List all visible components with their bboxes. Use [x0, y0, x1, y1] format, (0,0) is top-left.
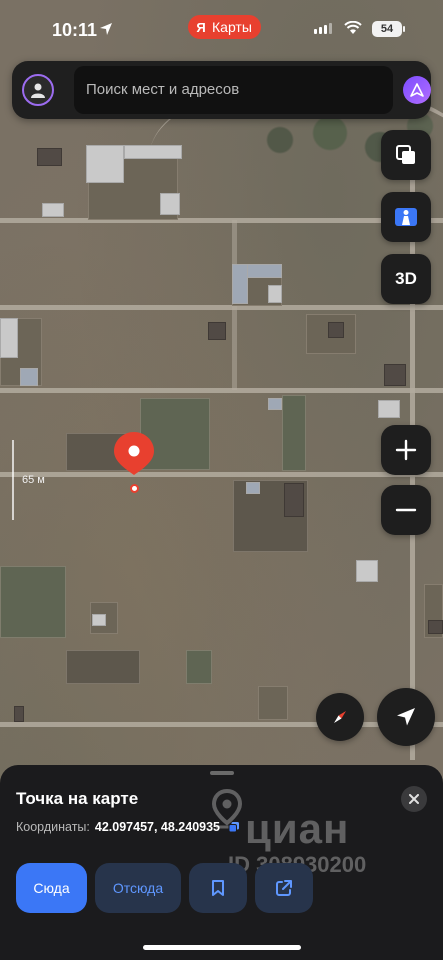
battery-indicator: 54	[372, 21, 405, 37]
place-title: Точка на карте	[16, 789, 139, 808]
map-building	[42, 203, 64, 217]
close-icon	[409, 794, 419, 804]
alice-icon	[410, 83, 424, 97]
street-view-icon	[395, 208, 417, 226]
copy-icon[interactable]	[228, 821, 240, 833]
map-building	[92, 614, 106, 626]
status-bar: 10:11 Я Карты 54	[0, 0, 443, 58]
map-building	[20, 368, 38, 386]
alice-voice-button[interactable]	[403, 76, 431, 104]
home-indicator[interactable]	[143, 945, 301, 950]
map-building	[378, 400, 400, 418]
map-building	[356, 560, 378, 582]
3d-label: 3D	[395, 269, 417, 288]
user-icon	[31, 83, 45, 98]
map-building	[268, 398, 282, 410]
map-building	[160, 193, 180, 215]
app-badge: Я Карты	[188, 15, 261, 39]
search-input[interactable]: Поиск мест и адресов	[74, 66, 393, 114]
app-badge-label: Карты	[212, 19, 252, 35]
pin-anchor-dot	[130, 484, 139, 493]
bookmark-icon	[212, 880, 224, 896]
map-road	[0, 388, 443, 393]
search-bar: Поиск мест и адресов	[12, 61, 431, 119]
map-pin-icon[interactable]	[111, 430, 157, 476]
place-card-sheet: циан ID 308930200 Точка на карте Координ…	[0, 765, 443, 960]
coordinates-label: Координаты:	[16, 820, 90, 834]
map-building	[268, 285, 282, 303]
map-building	[246, 482, 260, 494]
map-road	[0, 472, 443, 477]
my-location-button[interactable]	[377, 688, 435, 746]
map-building	[14, 706, 24, 722]
map-building	[328, 322, 344, 338]
map-field	[186, 650, 212, 684]
map-building	[232, 264, 248, 304]
map-building	[428, 620, 443, 634]
layers-button[interactable]	[381, 130, 431, 180]
scale-bar	[12, 440, 14, 520]
3d-button[interactable]: 3D	[381, 254, 431, 304]
bookmark-button[interactable]	[189, 863, 247, 913]
panorama-button[interactable]	[381, 192, 431, 242]
watermark-brand: циан	[245, 805, 350, 852]
map-building	[124, 145, 182, 159]
zoom-in-button[interactable]	[381, 425, 431, 475]
coordinates-value[interactable]: 42.097457, 48.240935	[95, 820, 220, 834]
close-button[interactable]	[401, 786, 427, 812]
map-field	[282, 395, 306, 471]
route-here-button[interactable]: Сюда	[16, 863, 87, 913]
map-building	[208, 322, 226, 340]
share-button[interactable]	[255, 863, 313, 913]
map-building	[86, 145, 124, 183]
navigation-arrow-icon	[397, 708, 415, 726]
yandex-logo-icon: Я	[196, 19, 206, 35]
plus-icon	[395, 439, 417, 461]
map-building	[0, 318, 18, 358]
coordinates-row: Координаты: 42.097457, 48.240935	[16, 820, 240, 834]
map-building	[384, 364, 406, 386]
zoom-out-button[interactable]	[381, 485, 431, 535]
share-icon	[276, 880, 292, 896]
scale-label: 65 м	[22, 474, 45, 486]
cellular-signal-icon	[314, 23, 332, 34]
minus-icon	[395, 508, 417, 512]
map-field	[0, 566, 66, 638]
sheet-grabber[interactable]	[210, 771, 234, 775]
profile-avatar[interactable]	[22, 74, 54, 106]
layers-icon	[396, 145, 415, 164]
compass-icon	[334, 711, 346, 723]
map-building	[37, 148, 62, 166]
map-road	[0, 722, 443, 727]
map-building	[284, 483, 304, 517]
map-plot	[66, 650, 140, 684]
map-plot	[258, 686, 288, 720]
clock: 10:11	[52, 20, 98, 40]
route-from-button[interactable]: Отсюда	[95, 863, 181, 913]
map-road	[0, 305, 443, 310]
wifi-icon	[344, 21, 362, 34]
location-arrow-icon	[100, 23, 112, 35]
compass-button[interactable]	[316, 693, 364, 741]
map-road	[0, 218, 443, 223]
